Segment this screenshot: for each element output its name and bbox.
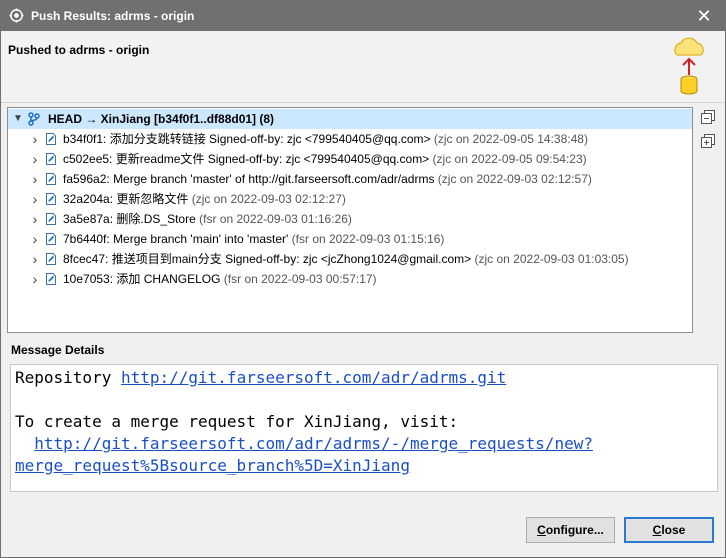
commit-message: Merge branch 'main' into 'master' <box>113 232 289 246</box>
commit-author-date: (zjc on 2022-09-03 02:12:27) <box>191 192 346 206</box>
commit-message: 添加 CHANGELOG <box>116 272 221 286</box>
commit-icon <box>44 172 58 186</box>
commit-sha: 3a5e87a: <box>63 212 114 226</box>
commit-author-date: (fsr on 2022-09-03 01:15:16) <box>291 232 445 246</box>
commit-sha: c502ee5: <box>63 152 113 166</box>
configure-label: Configure... <box>537 523 604 537</box>
expand-all-icon[interactable] <box>700 133 716 149</box>
commit-icon <box>44 272 58 286</box>
expand-chevron-icon[interactable]: › <box>29 229 41 249</box>
commit-tree[interactable]: ▼ HEAD → XinJiang [b34f0f1..df88d01] (8)… <box>7 107 693 333</box>
push-results-dialog: Push Results: adrms - origin ✕ Pushed to… <box>0 0 726 558</box>
push-to-cloud-icon <box>674 37 704 95</box>
commit-text: 32a204a: 更新忽略文件 (zjc on 2022-09-03 02:12… <box>63 189 346 209</box>
commit-text: 10e7053: 添加 CHANGELOG (fsr on 2022-09-03… <box>63 269 377 289</box>
configure-button[interactable]: Configure... <box>526 517 615 543</box>
merge-request-link-line2[interactable]: merge_request%5Bsource_branch%5D=XinJian… <box>15 456 410 475</box>
message-details-box[interactable]: Repository http://git.farseersoft.com/ad… <box>10 364 718 492</box>
expand-chevron-icon[interactable]: › <box>29 169 41 189</box>
commit-author-date: (fsr on 2022-09-03 01:16:26) <box>199 212 352 226</box>
commit-message: 添加分支跳转链接 Signed-off-by: zjc <799540405@q… <box>109 132 431 146</box>
commit-icon <box>44 212 58 226</box>
expand-chevron-icon[interactable]: › <box>29 269 41 289</box>
commit-text: c502ee5: 更新readme文件 Signed-off-by: zjc <… <box>63 149 587 169</box>
branch-root-label: HEAD → XinJiang [b34f0f1..df88d01] (8) <box>48 112 275 126</box>
eclipse-icon <box>9 8 24 23</box>
expand-chevron-icon[interactable]: › <box>29 129 41 149</box>
branch-icon <box>28 112 40 126</box>
commit-message: 删除.DS_Store <box>116 212 196 226</box>
commit-text: fa596a2: Merge branch 'master' of http:/… <box>63 169 592 189</box>
commit-message: 更新忽略文件 <box>116 192 189 206</box>
close-label: Close <box>652 523 686 537</box>
commit-sha: 8fcec47: <box>63 252 109 266</box>
commit-row[interactable]: › 3a5e87a: 删除.DS_Store (fsr on 2022-09-03… <box>8 209 692 229</box>
commit-row[interactable]: › 10e7053: 添加 CHANGELOG (fsr on 2022-09-0… <box>8 269 692 289</box>
commit-sha: 32a204a: <box>63 192 114 206</box>
push-heading: Pushed to adrms - origin <box>8 43 150 57</box>
collapse-chevron-icon[interactable]: ▼ <box>12 109 24 129</box>
expand-chevron-icon[interactable]: › <box>29 149 41 169</box>
commit-icon <box>44 232 58 246</box>
commit-icon <box>44 252 58 266</box>
commit-message: Merge branch 'master' of http://git.fars… <box>113 172 435 186</box>
expand-chevron-icon[interactable]: › <box>29 209 41 229</box>
commit-text: 3a5e87a: 删除.DS_Store (fsr on 2022-09-03 … <box>63 209 352 229</box>
expand-chevron-icon[interactable]: › <box>29 189 41 209</box>
commit-author-date: (zjc on 2022-09-05 09:54:23) <box>432 152 587 166</box>
title-bar[interactable]: Push Results: adrms - origin ✕ <box>1 1 725 31</box>
merge-request-intro: To create a merge request for XinJiang, … <box>15 412 459 431</box>
commit-icon <box>44 132 58 146</box>
message-details-label: Message Details <box>11 343 105 357</box>
commit-author-date: (zjc on 2022-09-05 14:38:48) <box>433 132 588 146</box>
collapse-all-icon[interactable] <box>700 109 716 125</box>
tree-toolbar <box>698 109 720 155</box>
commit-text: 7b6440f: Merge branch 'main' into 'maste… <box>63 229 444 249</box>
commit-text: b34f0f1: 添加分支跳转链接 Signed-off-by: zjc <79… <box>63 129 588 149</box>
commit-row[interactable]: › 8fcec47: 推送项目到main分支 Signed-off-by: zjc… <box>8 249 692 269</box>
commit-author-date: (fsr on 2022-09-03 00:57:17) <box>223 272 377 286</box>
commit-row[interactable]: › 7b6440f: Merge branch 'main' into 'mast… <box>8 229 692 249</box>
commit-sha: 7b6440f: <box>63 232 110 246</box>
branch-root-row[interactable]: ▼ HEAD → XinJiang [b34f0f1..df88d01] (8) <box>8 109 692 129</box>
commit-author-date: (zjc on 2022-09-03 02:12:57) <box>437 172 592 186</box>
repository-prefix: Repository <box>15 368 121 387</box>
commit-text: 8fcec47: 推送项目到main分支 Signed-off-by: zjc … <box>63 249 629 269</box>
commit-row[interactable]: › 32a204a: 更新忽略文件 (zjc on 2022-09-03 02:1… <box>8 189 692 209</box>
commit-sha: 10e7053: <box>63 272 114 286</box>
commit-sha: fa596a2: <box>63 172 110 186</box>
window-title: Push Results: adrms - origin <box>31 9 195 23</box>
commit-row[interactable]: › fa596a2: Merge branch 'master' of http:… <box>8 169 692 189</box>
commit-message: 更新readme文件 Signed-off-by: zjc <799540405… <box>115 152 430 166</box>
commit-sha: b34f0f1: <box>63 132 107 146</box>
merge-request-link-line1[interactable]: http://git.farseersoft.com/adr/adrms/-/m… <box>34 434 593 453</box>
expand-chevron-icon[interactable]: › <box>29 249 41 269</box>
commit-author-date: (zjc on 2022-09-03 01:03:05) <box>474 252 629 266</box>
repository-link[interactable]: http://git.farseersoft.com/adr/adrms.git <box>121 368 506 387</box>
close-button[interactable]: Close <box>624 517 714 543</box>
commit-icon <box>44 152 58 166</box>
commit-message: 推送项目到main分支 Signed-off-by: zjc <jcZhong1… <box>111 252 472 266</box>
commit-row[interactable]: › c502ee5: 更新readme文件 Signed-off-by: zjc … <box>8 149 692 169</box>
commit-icon <box>44 192 58 206</box>
commit-row[interactable]: › b34f0f1: 添加分支跳转链接 Signed-off-by: zjc <7… <box>8 129 692 149</box>
dialog-header: Pushed to adrms - origin <box>1 31 725 103</box>
window-close-button[interactable]: ✕ <box>683 1 725 31</box>
